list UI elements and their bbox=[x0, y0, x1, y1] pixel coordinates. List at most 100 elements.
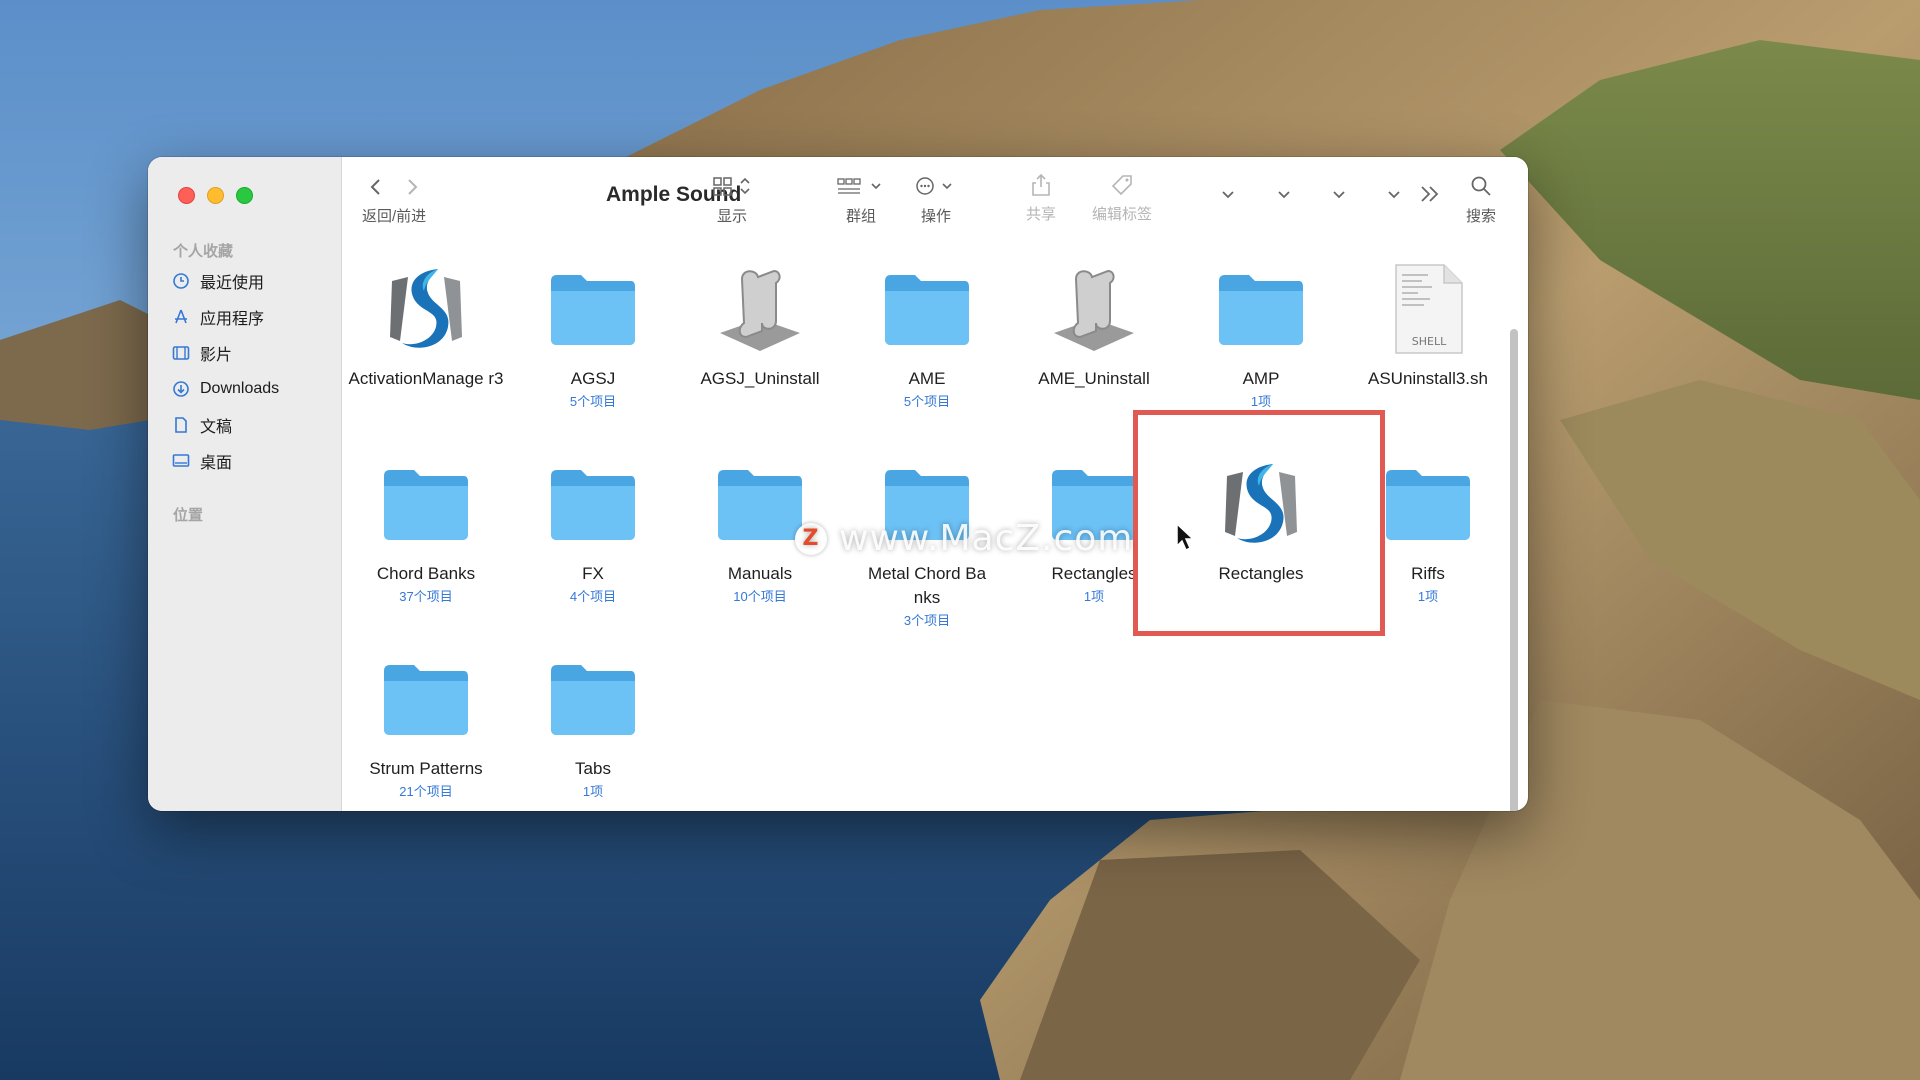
file-item-amp[interactable]: AMP 1项 bbox=[1177, 259, 1345, 410]
file-item-riffs[interactable]: Riffs 1项 bbox=[1344, 454, 1512, 605]
item-count: 5个项目 bbox=[569, 394, 617, 409]
folder-icon bbox=[877, 259, 977, 359]
back-forward-label: 返回/前进 bbox=[362, 208, 427, 225]
file-name: AGSJ_Uninstall bbox=[700, 369, 820, 388]
sidebar-item-desktop[interactable]: 桌面 bbox=[172, 448, 332, 474]
sidebar-item-applications[interactable]: 应用程序 bbox=[172, 304, 332, 330]
ample-app-icon bbox=[376, 259, 476, 359]
file-item-ame-uninstall[interactable]: AME_Uninstall bbox=[1010, 259, 1178, 391]
apps-icon bbox=[172, 308, 190, 326]
file-item-activationmanager3[interactable]: ActivationManage r3 bbox=[342, 259, 510, 391]
sidebar-item-downloads[interactable]: Downloads bbox=[172, 376, 332, 402]
script-icon bbox=[710, 259, 810, 359]
sidebar: 个人收藏 最近使用 应用程序 影片 Downloads 文稿 桌面 位置 bbox=[148, 157, 342, 811]
vertical-scrollbar[interactable] bbox=[1510, 329, 1518, 811]
back-forward-button[interactable]: 返回/前进 bbox=[362, 177, 426, 226]
file-item-agsj[interactable]: AGSJ 5个项目 bbox=[509, 259, 677, 410]
file-name: AME_Uninstall bbox=[1038, 369, 1150, 388]
watermark: Z www.MacZ.com bbox=[795, 518, 1133, 559]
zoom-button[interactable] bbox=[236, 187, 253, 204]
edit-tags-label: 编辑标签 bbox=[1092, 206, 1153, 223]
edit-tags-button[interactable]: 编辑标签 bbox=[1092, 173, 1152, 224]
file-item-ame[interactable]: AME 5个项目 bbox=[843, 259, 1011, 410]
item-count: 37个项目 bbox=[399, 589, 453, 604]
sidebar-item-label: 文稿 bbox=[200, 419, 233, 436]
file-name: ASUninstall3.sh bbox=[1367, 369, 1488, 388]
chevron-down-icon[interactable] bbox=[1331, 189, 1347, 201]
group-button[interactable]: 群组 bbox=[836, 175, 886, 226]
file-name: Tabs bbox=[575, 759, 611, 778]
share-icon bbox=[1032, 173, 1050, 196]
toolbar: 返回/前进 Ample Sound 显示 群组 操作 共享 编辑标签 搜索 bbox=[342, 157, 1528, 247]
file-name: FX bbox=[582, 564, 604, 583]
file-name: ActivationManage r3 bbox=[348, 369, 504, 388]
file-name: Strum Patterns bbox=[369, 759, 483, 778]
file-item-chord-banks[interactable]: Chord Banks 37个项目 bbox=[342, 454, 510, 605]
item-count: 1项 bbox=[1250, 394, 1272, 409]
sidebar-heading-favorites: 个人收藏 bbox=[173, 243, 234, 260]
item-count: 5个项目 bbox=[903, 394, 951, 409]
ellipsis-circle-icon bbox=[916, 177, 952, 195]
finder-window: 个人收藏 最近使用 应用程序 影片 Downloads 文稿 桌面 位置 返回/… bbox=[148, 157, 1528, 811]
file-name: Metal Chord Banks bbox=[867, 564, 987, 607]
chevron-down-icon[interactable] bbox=[1220, 189, 1236, 201]
chevron-down-icon[interactable] bbox=[1386, 189, 1402, 201]
sidebar-heading-locations: 位置 bbox=[173, 507, 204, 524]
view-label: 显示 bbox=[716, 208, 747, 225]
file-item-rectangles-app[interactable]: Rectangles bbox=[1177, 454, 1345, 586]
sidebar-item-label: 影片 bbox=[200, 347, 233, 364]
item-count: 4个项目 bbox=[569, 589, 617, 604]
action-label: 操作 bbox=[920, 208, 951, 225]
action-button[interactable]: 操作 bbox=[914, 175, 958, 226]
search-button[interactable]: 搜索 bbox=[1466, 175, 1496, 226]
item-count: 1项 bbox=[582, 784, 604, 799]
file-item-strum-patterns[interactable]: Strum Patterns 21个项目 bbox=[342, 649, 510, 800]
script-icon bbox=[1044, 259, 1144, 359]
file-item-agsj-uninstall[interactable]: AGSJ_Uninstall bbox=[676, 259, 844, 391]
close-button[interactable] bbox=[178, 187, 195, 204]
file-item-tabs[interactable]: Tabs 1项 bbox=[509, 649, 677, 800]
minimize-button[interactable] bbox=[207, 187, 224, 204]
chevron-left-icon[interactable] bbox=[369, 177, 383, 197]
watermark-text: www.MacZ.com bbox=[839, 518, 1134, 559]
chevron-down-icon[interactable] bbox=[1276, 189, 1292, 201]
overflow-chevrons-icon[interactable] bbox=[1418, 183, 1442, 205]
sidebar-item-label: 桌面 bbox=[200, 455, 233, 472]
search-icon bbox=[1471, 176, 1491, 196]
sidebar-item-recents[interactable]: 最近使用 bbox=[172, 268, 332, 294]
item-count: 1项 bbox=[1083, 589, 1105, 604]
mouse-pointer-icon bbox=[1176, 522, 1195, 552]
item-count: 3个项目 bbox=[903, 613, 951, 628]
share-button[interactable]: 共享 bbox=[1026, 173, 1056, 224]
sidebar-item-movies[interactable]: 影片 bbox=[172, 340, 332, 366]
file-item-fx[interactable]: FX 4个项目 bbox=[509, 454, 677, 605]
file-name: Rectangles bbox=[1218, 564, 1304, 583]
folder-icon bbox=[543, 649, 643, 749]
icon-grid-icon bbox=[713, 177, 750, 196]
sidebar-item-documents[interactable]: 文稿 bbox=[172, 412, 332, 438]
group-icon bbox=[837, 178, 881, 194]
share-label: 共享 bbox=[1026, 206, 1057, 223]
film-icon bbox=[172, 344, 190, 362]
chevron-right-icon[interactable] bbox=[405, 177, 419, 197]
view-button[interactable]: 显示 bbox=[712, 175, 752, 226]
item-count: 1项 bbox=[1417, 589, 1439, 604]
watermark-logo: Z bbox=[795, 522, 827, 555]
item-count: 21个项目 bbox=[399, 784, 453, 799]
folder-icon bbox=[543, 259, 643, 359]
folder-icon bbox=[376, 454, 476, 554]
clock-icon bbox=[172, 272, 190, 290]
file-name: AGSJ bbox=[570, 369, 616, 388]
document-icon bbox=[172, 416, 190, 434]
ample-app-icon bbox=[1211, 454, 1311, 554]
file-item-asuninstall3[interactable]: SHELL ASUninstall3.sh bbox=[1344, 259, 1512, 391]
file-name: AME bbox=[908, 369, 946, 388]
file-name: AMP bbox=[1242, 369, 1280, 388]
item-count: 10个项目 bbox=[733, 589, 787, 604]
folder-icon bbox=[543, 454, 643, 554]
tag-icon bbox=[1111, 175, 1132, 196]
folder-icon bbox=[376, 649, 476, 749]
file-name: Rectangles bbox=[1051, 564, 1137, 583]
download-icon bbox=[172, 380, 190, 398]
group-label: 群组 bbox=[845, 208, 876, 225]
